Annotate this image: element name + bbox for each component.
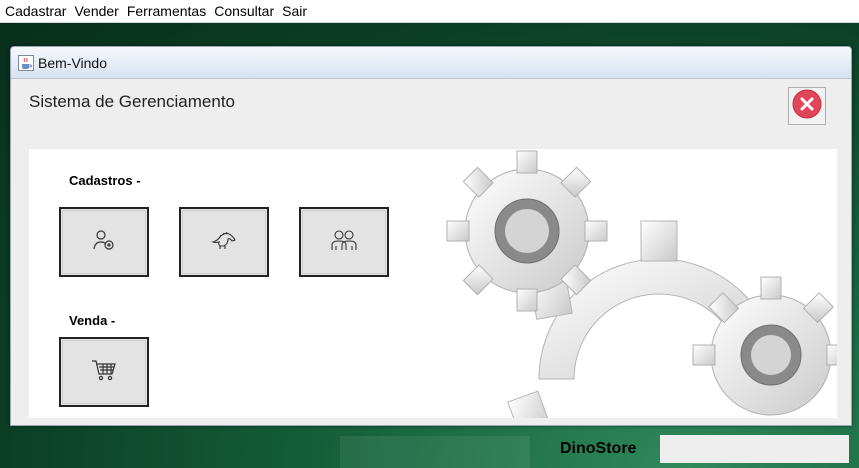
cadastros-label: Cadastros - <box>69 173 141 188</box>
menu-ferramentas[interactable]: Ferramentas <box>123 0 210 22</box>
add-client-button[interactable] <box>59 207 149 277</box>
window-titlebar[interactable]: Bem-Vindo <box>11 47 851 79</box>
menu-bar: Cadastrar Vender Ferramentas Consultar S… <box>0 0 859 23</box>
sell-button[interactable] <box>59 337 149 407</box>
menu-consultar[interactable]: Consultar <box>210 0 278 22</box>
java-coffee-icon <box>18 54 34 71</box>
menu-sair[interactable]: Sair <box>278 0 311 22</box>
close-circle-icon <box>792 89 822 124</box>
window-title: Bem-Vindo <box>38 54 108 71</box>
menu-vender[interactable]: Vender <box>70 0 122 22</box>
venda-label: Venda - <box>69 313 116 328</box>
status-box <box>660 435 849 463</box>
add-dinosaur-button[interactable] <box>179 207 269 277</box>
gears-illustration <box>446 150 837 418</box>
team-icon <box>331 228 357 257</box>
shopping-cart-icon <box>91 358 117 387</box>
page-title: Sistema de Gerenciamento <box>29 92 235 111</box>
footer-highlight <box>340 436 530 468</box>
close-button[interactable] <box>788 87 826 125</box>
menu-cadastrar[interactable]: Cadastrar <box>0 0 70 22</box>
brand-label: DinoStore <box>560 440 637 457</box>
welcome-window: Bem-Vindo Sistema de Gerenciamento Cadas… <box>10 46 852 426</box>
dashboard-panel: Cadastros - Venda - <box>29 149 837 418</box>
add-employee-button[interactable] <box>299 207 389 277</box>
dinosaur-icon <box>211 230 237 255</box>
add-user-icon <box>92 228 116 257</box>
